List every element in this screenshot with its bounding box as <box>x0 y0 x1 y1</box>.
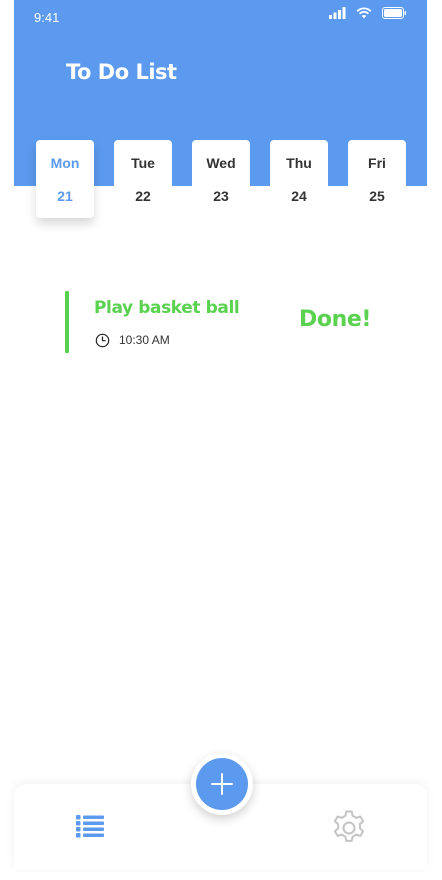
gear-icon[interactable] <box>330 809 368 847</box>
status-time: 9:41 <box>34 10 60 25</box>
day-thu[interactable]: Thu 24 <box>270 140 328 218</box>
wifi-icon <box>356 7 372 19</box>
list-icon[interactable] <box>76 814 104 838</box>
task-status-bar <box>65 291 69 353</box>
clock-icon <box>95 333 110 348</box>
signal-icon <box>329 7 346 19</box>
day-name: Thu <box>286 155 312 171</box>
task-item[interactable]: Play basket ball 10:30 AM Done! <box>65 290 385 354</box>
task-time: 10:30 AM <box>119 333 170 347</box>
day-name: Tue <box>131 155 155 171</box>
app-screen: 9:41 To Do List Mon 21 Tue 22 Wed 23 Thu <box>0 0 442 880</box>
plus-icon <box>211 773 233 795</box>
day-name: Mon <box>50 155 80 171</box>
battery-icon <box>382 7 407 19</box>
day-wed[interactable]: Wed 23 <box>192 140 250 218</box>
day-number: 24 <box>291 188 307 204</box>
day-number: 22 <box>135 188 151 204</box>
day-number: 25 <box>369 188 385 204</box>
day-fri[interactable]: Fri 25 <box>348 140 406 218</box>
task-title: Play basket ball <box>94 298 240 318</box>
day-name: Wed <box>206 155 236 171</box>
day-number: 21 <box>57 188 73 204</box>
day-tue[interactable]: Tue 22 <box>114 140 172 218</box>
page-title: To Do List <box>66 60 177 84</box>
day-mon[interactable]: Mon 21 <box>36 140 94 218</box>
day-name: Fri <box>368 155 386 171</box>
task-status-label[interactable]: Done! <box>299 307 371 332</box>
status-icons <box>329 6 407 20</box>
day-number: 23 <box>213 188 229 204</box>
add-task-button[interactable] <box>196 758 248 810</box>
